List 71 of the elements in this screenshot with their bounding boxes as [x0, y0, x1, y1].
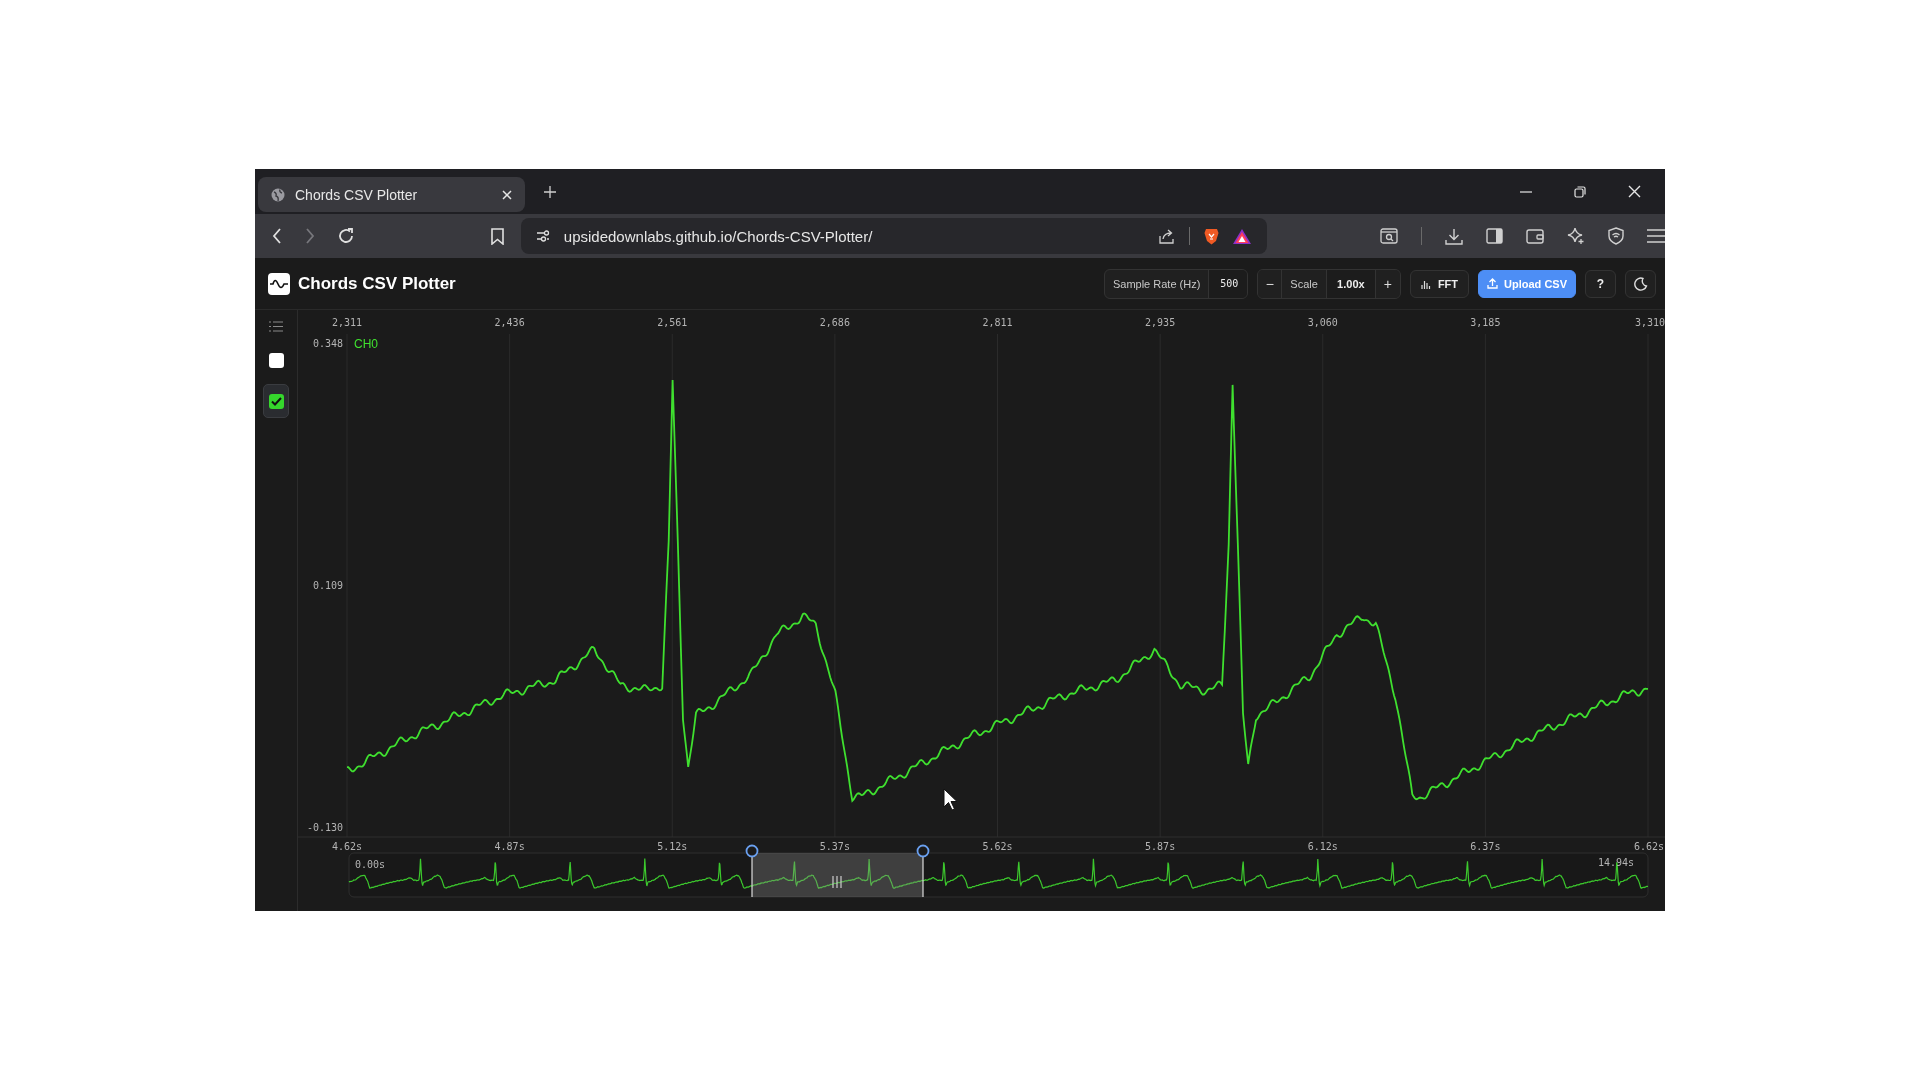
bookmark-icon[interactable] — [490, 227, 504, 245]
moon-icon — [1633, 276, 1648, 291]
axis-label: 6.62s — [1633, 841, 1664, 852]
new-tab-icon[interactable] — [544, 185, 556, 198]
scale-label: Scale — [1289, 276, 1319, 292]
sample-rate-value: 500 — [1208, 269, 1248, 298]
axis-label: 3,310 — [1634, 317, 1665, 328]
back-icon[interactable] — [272, 228, 282, 244]
grip-icon[interactable] — [832, 875, 842, 889]
app-title: Chords CSV Plotter — [298, 273, 456, 294]
axis-label: 2,311 — [331, 317, 363, 328]
axis-label: 2,686 — [819, 317, 850, 328]
shield-icon[interactable] — [1608, 227, 1624, 245]
menu-icon[interactable] — [1647, 229, 1665, 243]
axis-label: 3,185 — [1470, 317, 1501, 328]
minimize-icon[interactable] — [1520, 190, 1532, 193]
selection-window[interactable] — [752, 853, 923, 897]
fft-button[interactable]: FFT — [1409, 269, 1470, 298]
axis-label: 4.87s — [494, 841, 525, 852]
url-text: upsidedownlabs.github.io/Chords-CSV-Plotter/ — [563, 227, 873, 245]
forward-icon[interactable] — [305, 228, 315, 244]
triangle-icon[interactable] — [1233, 228, 1252, 244]
cursor-icon — [943, 788, 958, 811]
lion-shield-icon[interactable] — [1204, 227, 1220, 245]
axis-label: 0.348 — [312, 338, 343, 349]
axis-label: -0.130 — [306, 822, 343, 833]
sidebar-icon[interactable] — [1486, 228, 1503, 244]
help-button[interactable]: ? — [1585, 269, 1616, 298]
download-icon[interactable] — [1445, 227, 1463, 245]
bar-chart-icon — [1420, 278, 1432, 289]
overview-start-label: 0.00s — [355, 859, 386, 870]
axis-label: 3,060 — [1307, 317, 1338, 328]
axis-label: 6.12s — [1307, 841, 1338, 852]
range-handle[interactable] — [916, 844, 930, 898]
channel-label: CH0 — [354, 337, 378, 351]
address-bar[interactable]: upsidedownlabs.github.io/Chords-CSV-Plotter/ — [520, 218, 1268, 254]
share-icon[interactable] — [1159, 228, 1176, 244]
theme-toggle-button[interactable] — [1625, 269, 1656, 298]
axis-label: 5.87s — [1145, 841, 1176, 852]
axis-label: 2,811 — [982, 317, 1013, 328]
wallet-icon[interactable] — [1526, 228, 1544, 244]
sample-rate-field[interactable]: Sample Rate (Hz) 500 — [1103, 268, 1249, 299]
wave-logo-icon — [268, 272, 290, 295]
close-icon[interactable] — [1628, 185, 1641, 198]
overview-end-label: 14.94s — [1597, 857, 1634, 868]
list-icon[interactable] — [269, 321, 283, 332]
axis-label: 2,935 — [1145, 317, 1176, 328]
reload-icon[interactable] — [338, 228, 354, 244]
axis-label: 5.37s — [819, 841, 850, 852]
axis-label: 5.12s — [657, 841, 688, 852]
globe-icon — [271, 187, 285, 202]
channel-checkbox[interactable] — [268, 352, 284, 368]
range-handle[interactable] — [745, 844, 759, 898]
upload-icon — [1487, 278, 1499, 289]
axis-label: 6.37s — [1470, 841, 1501, 852]
axis-label: 2,561 — [657, 317, 688, 328]
axis-label: 5.62s — [982, 841, 1013, 852]
axis-label: 2,436 — [494, 317, 525, 328]
channel-checkbox[interactable] — [268, 393, 284, 409]
scale-value: 1.00x — [1325, 269, 1376, 298]
tab-title: Chords CSV Plotter — [295, 186, 419, 203]
sample-rate-label: Sample Rate (Hz) — [1111, 276, 1202, 292]
sparkle-icon[interactable] — [1567, 227, 1585, 245]
site-settings-icon[interactable] — [535, 230, 550, 242]
decrease-button[interactable]: − — [1258, 269, 1283, 298]
browser-tab[interactable]: Chords CSV Plotter — [258, 177, 525, 212]
axis-label: 4.62s — [331, 841, 363, 852]
restore-icon[interactable] — [1574, 185, 1586, 198]
axis-label: 0.109 — [312, 580, 343, 591]
page-search-icon[interactable] — [1380, 228, 1399, 244]
close-icon[interactable] — [502, 189, 512, 200]
